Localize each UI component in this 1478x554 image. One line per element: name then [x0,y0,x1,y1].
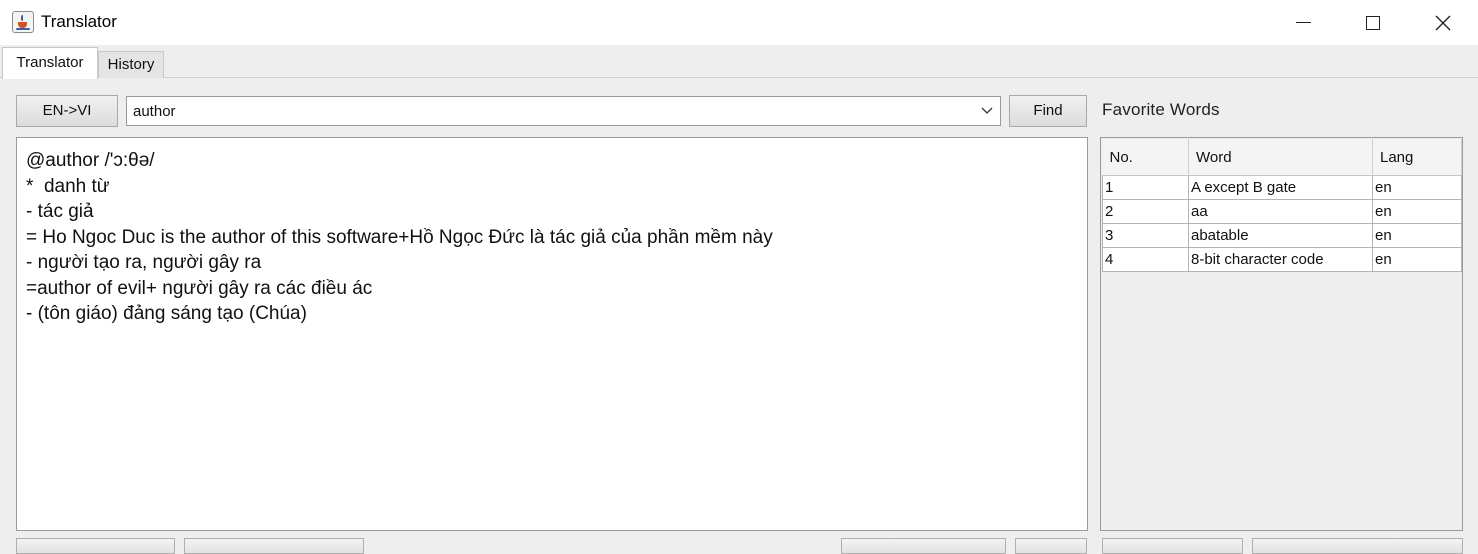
window-title: Translator [41,12,117,31]
cell-no[interactable]: 3 [1102,223,1189,248]
search-input[interactable] [133,100,953,122]
cell-lang[interactable]: en [1372,223,1462,248]
bottom-button[interactable] [1102,538,1243,554]
table-row[interactable]: 2 aa en [1102,199,1462,224]
tab-history[interactable]: History [98,51,164,78]
cell-word[interactable]: abatable [1188,223,1373,248]
cell-word[interactable]: aa [1188,199,1373,224]
tab-strip: Translator History [0,45,1478,79]
minimize-icon [1295,22,1311,23]
column-header-word[interactable]: Word [1188,139,1373,176]
bottom-button[interactable] [841,538,1006,554]
title-bar: Translator [0,0,1478,45]
bottom-button[interactable] [184,538,364,554]
favorites-table: No. Word Lang 1 A except B gate en 2 aa … [1102,139,1462,272]
maximize-button[interactable] [1338,0,1408,45]
tab-translator[interactable]: Translator [2,47,98,79]
search-combobox[interactable] [126,96,1001,126]
definition-line: - (tôn giáo) đảng sáng tạo (Chúa) [26,303,307,324]
cell-no[interactable]: 4 [1102,247,1189,272]
definition-line: =author of evil+ người gây ra các điều á… [26,277,373,299]
cell-word[interactable]: A except B gate [1188,175,1373,200]
cell-lang[interactable]: en [1372,247,1462,272]
cell-no[interactable]: 2 [1102,199,1189,224]
definition-line: = Ho Ngoc Duc is the author of this soft… [26,226,773,248]
definition-line: - tác giả [26,201,94,222]
cell-word[interactable]: 8-bit character code [1188,247,1373,272]
language-direction-button[interactable]: EN->VI [16,95,118,127]
table-row[interactable]: 1 A except B gate en [1102,175,1462,200]
close-button[interactable] [1408,0,1478,45]
table-header-row: No. Word Lang [1102,139,1462,176]
definition-textarea[interactable]: @author /'ɔ:θə/ * danh từ - tác giả = Ho… [16,137,1088,531]
bottom-button[interactable] [1252,538,1463,554]
chevron-down-icon[interactable] [980,104,994,118]
close-icon [1435,15,1451,30]
bottom-button[interactable] [1015,538,1087,554]
definition-line: @author /'ɔ:θə/ [26,150,155,171]
table-row[interactable]: 3 abatable en [1102,223,1462,248]
column-header-lang[interactable]: Lang [1372,139,1462,176]
definition-line: - người tạo ra, người gây ra [26,252,262,273]
favorites-panel: No. Word Lang 1 A except B gate en 2 aa … [1100,137,1463,531]
cell-no[interactable]: 1 [1102,175,1189,200]
maximize-icon [1366,15,1380,30]
table-row[interactable]: 4 8-bit character code en [1102,247,1462,272]
cell-lang[interactable]: en [1372,175,1462,200]
favorites-heading: Favorite Words [1102,100,1220,119]
minimize-button[interactable] [1268,0,1338,45]
find-button[interactable]: Find [1009,95,1087,127]
java-cup-icon [12,11,34,33]
column-header-no[interactable]: No. [1102,139,1189,176]
bottom-button[interactable] [16,538,175,554]
cell-lang[interactable]: en [1372,199,1462,224]
definition-line: * danh từ [26,175,110,197]
